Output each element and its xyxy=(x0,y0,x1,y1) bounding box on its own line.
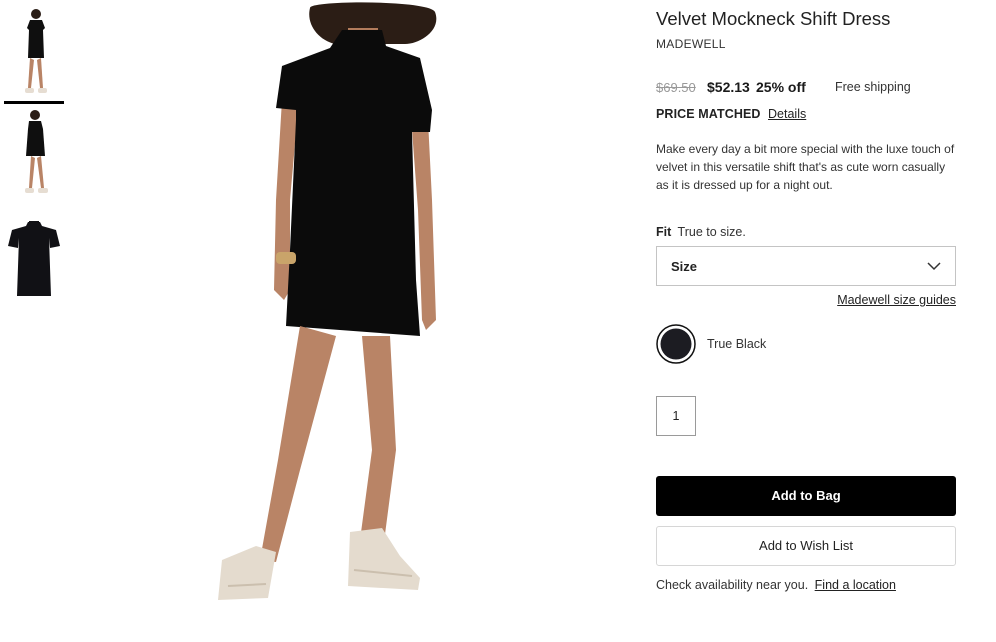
thumbnail-selected-indicator xyxy=(4,101,64,104)
fit-label: Fit xyxy=(656,225,672,239)
add-to-bag-button[interactable]: Add to Bag xyxy=(656,476,956,516)
thumbnail-side-image xyxy=(25,110,48,193)
size-guide-link[interactable]: Madewell size guides xyxy=(837,293,956,307)
color-swatch-icon xyxy=(656,324,696,364)
fit-info: Fit True to size. xyxy=(656,225,746,239)
thumbnail-flat[interactable] xyxy=(4,218,64,302)
size-dropdown[interactable]: Size xyxy=(656,246,956,286)
size-dropdown-label: Size xyxy=(671,259,698,274)
find-location-link[interactable]: Find a location xyxy=(815,578,896,592)
price-matched-label: PRICE MATCHED xyxy=(656,107,761,121)
thumbnail-side[interactable] xyxy=(4,108,64,200)
model-photo xyxy=(218,2,437,600)
original-price: $69.50 xyxy=(656,80,696,95)
sale-price: $52.13 xyxy=(707,79,750,95)
price-row: $69.50 $52.13 25% off Free shipping xyxy=(656,79,956,97)
product-title: Velvet Mockneck Shift Dress xyxy=(656,8,891,29)
add-to-wishlist-button[interactable]: Add to Wish List xyxy=(656,526,956,566)
product-brand[interactable]: MADEWELL xyxy=(656,37,726,51)
quantity-input[interactable]: 1 xyxy=(656,396,696,436)
shipping-note: Free shipping xyxy=(835,80,911,94)
chevron-down-icon xyxy=(927,262,941,271)
availability-text: Check availability near you. xyxy=(656,578,809,592)
color-swatch-true-black[interactable] xyxy=(656,324,696,364)
color-name: True Black xyxy=(707,337,767,351)
thumbnail-front[interactable] xyxy=(4,6,64,104)
thumbnail-flat-image xyxy=(8,221,60,296)
product-hero-image xyxy=(150,0,570,637)
price-match-details-link[interactable]: Details xyxy=(768,107,806,121)
thumbnail-front-image xyxy=(25,9,47,93)
product-description: Make every day a bit more special with t… xyxy=(656,142,955,192)
fit-value: True to size. xyxy=(677,225,746,239)
price-matched-row: PRICE MATCHED Details xyxy=(656,107,806,121)
availability-row: Check availability near you. Find a loca… xyxy=(656,578,896,592)
discount-badge: 25% off xyxy=(756,79,806,95)
